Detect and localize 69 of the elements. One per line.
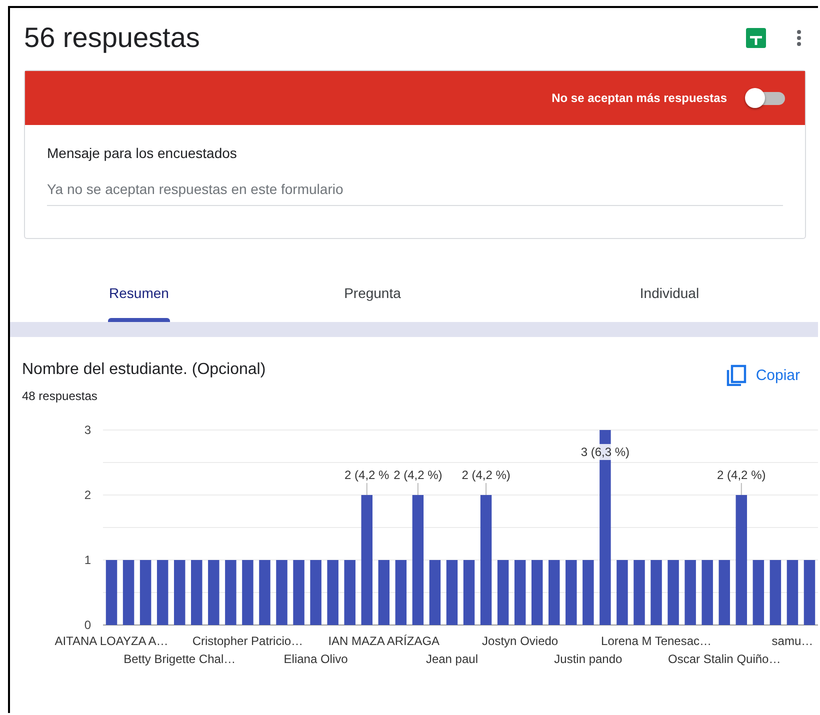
x-axis-label: Jostyn Oviedo [482, 634, 558, 648]
x-axis-label: Eliana Olivo [284, 652, 348, 666]
x-axis-label: Lorena M Tenesac… [601, 634, 712, 648]
bar [259, 560, 270, 625]
bar [548, 560, 560, 625]
x-axis-label: Betty Brigette Chal… [124, 652, 236, 666]
x-axis-label: Cristopher Patricio… [192, 634, 304, 648]
tab[interactable]: Pregunta [224, 275, 521, 322]
bar [786, 560, 798, 625]
bar [770, 560, 782, 625]
bar [463, 560, 475, 625]
bar [310, 560, 322, 625]
message-label: Mensaje para los encuestados [47, 145, 238, 161]
bar [718, 560, 730, 625]
bar [156, 560, 168, 625]
bar [634, 560, 645, 625]
x-axis-label: AITANA LOAYZA A… [54, 634, 168, 648]
spreadsheet-icon[interactable] [746, 28, 766, 48]
response-count: 48 respuestas [22, 389, 98, 403]
bar [293, 560, 304, 625]
responses-title: 56 respuestas [24, 22, 201, 54]
x-axis-label: samu… [772, 634, 814, 648]
data-label: 2 (4,2 % [344, 468, 390, 496]
bar [174, 560, 186, 625]
x-axis-label: Oscar Stalin Quiño… [668, 652, 781, 666]
bar [566, 560, 577, 625]
bar [429, 560, 441, 625]
bar [582, 560, 594, 625]
bar [344, 560, 356, 625]
y-axis-label: 1 [84, 553, 91, 567]
y-axis-label: 2 [84, 488, 91, 502]
x-axis-label: IAN MAZA ARÍZAGA [328, 634, 440, 648]
bar [446, 560, 458, 625]
bar [225, 560, 236, 625]
bar [327, 560, 338, 625]
accept-responses-toggle[interactable] [745, 88, 785, 108]
copy-icon [726, 364, 748, 386]
bar [684, 560, 696, 625]
bar [616, 560, 628, 625]
tab[interactable]: Resumen [54, 275, 224, 322]
data-label: 2 (4,2 %) [394, 468, 442, 496]
bar [140, 560, 152, 625]
y-axis-label: 0 [84, 618, 91, 632]
bar [395, 560, 407, 625]
x-axis-label: Jean paul [426, 652, 478, 666]
bar [514, 560, 526, 625]
data-label: 2 (4,2 %) [717, 468, 766, 496]
bar [497, 560, 509, 625]
bar [378, 560, 390, 625]
bar [208, 560, 220, 625]
message-field[interactable]: Ya no se aceptan respuestas en este formulario [47, 181, 783, 206]
x-axis-label: Justin pando [554, 652, 622, 666]
bar [650, 560, 662, 625]
bar [752, 560, 764, 625]
more-options-icon[interactable] [796, 29, 802, 47]
y-axis-label: 3 [84, 423, 91, 437]
bar [668, 560, 679, 625]
bar [122, 560, 134, 625]
bar [804, 560, 816, 625]
bar [276, 560, 288, 625]
bar [191, 560, 202, 625]
banner-text: No se aceptan más respuestas [552, 91, 727, 105]
question-title: Nombre del estudiante. (Opcional) [22, 361, 266, 379]
bar [702, 560, 713, 625]
tab[interactable]: Individual [521, 275, 818, 322]
data-label: 2 (4,2 %) [462, 468, 510, 496]
bar [242, 560, 254, 625]
copy-button[interactable]: Copiar [722, 361, 804, 389]
bar [532, 560, 543, 625]
